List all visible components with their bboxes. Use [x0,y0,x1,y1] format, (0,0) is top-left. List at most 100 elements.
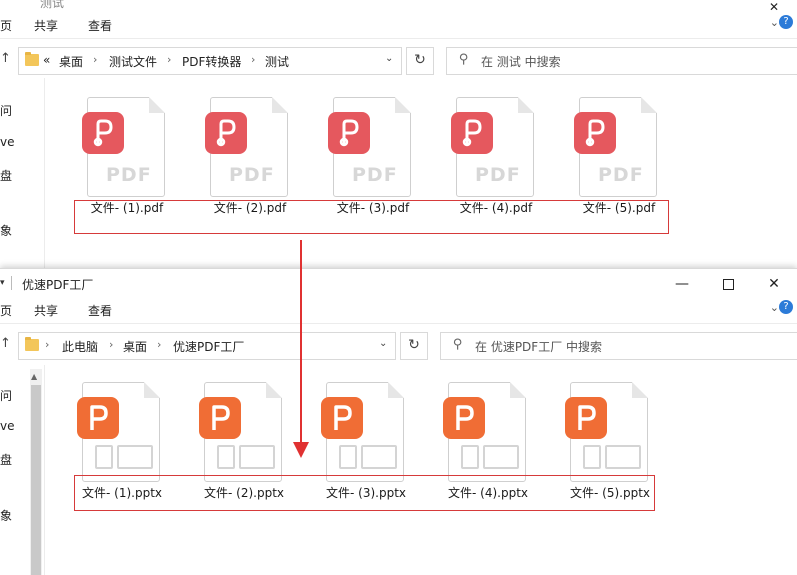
breadcrumb-separator-icon[interactable]: › [45,338,49,351]
divider [11,276,12,290]
pdf-file-icon: PDF [574,97,657,197]
pdf-icon [574,112,616,154]
pptx-icon [565,397,607,439]
chevron-down-icon[interactable]: ⌄ [770,301,779,314]
pptx-icon [77,397,119,439]
close-button[interactable]: ✕ [751,269,797,299]
address-row: ↑ › 此电脑 › 桌面 › 优速PDF工厂 ⌄ ↻ ⚲ 在 优速PDF工厂 中… [0,328,797,362]
breadcrumb-separator-icon[interactable]: › [167,53,171,66]
arrow-down-icon [293,442,309,458]
pdf-file-icon: PDF [451,97,534,197]
explorer-window-test: 测试 ✕ 页 共享 查看 ⌄ ? ↑ « 桌面 › 测试文件 › PDF转换器 … [0,0,797,268]
pdf-icon [328,112,370,154]
chevron-down-icon[interactable]: ⌄ [379,338,387,349]
pdf-icon [205,112,247,154]
tab-view[interactable]: 查看 [88,17,112,34]
breadcrumb-separator-icon[interactable]: › [251,53,255,66]
pptx-file-icon [77,382,160,482]
slides-thumbnail [461,445,521,469]
highlight-box [74,200,669,234]
tab-view[interactable]: 查看 [88,302,112,319]
scrollbar-thumb[interactable] [31,385,41,575]
breadcrumb-test-files[interactable]: 测试文件 [109,53,157,70]
refresh-button[interactable]: ↻ [406,47,434,75]
ribbon-tabs: 页 共享 查看 ⌄ ? [0,299,797,324]
navigation-pane: 问 ve 盘 象 [0,78,45,268]
slides-thumbnail [95,445,155,469]
folder-icon [25,52,39,66]
slides-thumbnail [583,445,643,469]
explorer-window-converter: ▾ 优速PDF工厂 — ✕ 页 共享 查看 ⌄ ? ↑ › 此电脑 › 桌面 ›… [0,268,797,575]
search-input[interactable]: ⚲ 在 优速PDF工厂 中搜索 [440,332,797,360]
maximize-button[interactable] [705,269,751,299]
pdf-file-icon: PDF [328,97,411,197]
search-placeholder: 在 测试 中搜索 [481,55,561,69]
conversion-arrow [300,240,302,446]
breadcrumb-desktop[interactable]: 桌面 [59,53,83,70]
search-icon: ⚲ [459,52,469,67]
pdf-icon [82,112,124,154]
breadcrumb-test[interactable]: 测试 [265,53,289,70]
quick-access-dropdown-icon[interactable]: ▾ [0,278,5,288]
nav-item[interactable]: 盘 [0,167,12,184]
tab-file[interactable]: 页 [0,17,12,34]
window-title: 优速PDF工厂 [22,278,94,292]
pptx-file-icon [443,382,526,482]
pptx-icon [199,397,241,439]
ribbon-tabs: 页 共享 查看 ⌄ ? [0,14,797,39]
up-arrow-icon[interactable]: ↑ [0,51,11,66]
window-title: 测试 [40,0,65,10]
nav-item[interactable]: ve [0,419,14,433]
breadcrumb-converter[interactable]: 优速PDF工厂 [173,338,244,355]
nav-item[interactable]: 盘 [0,451,12,468]
minimize-button[interactable]: — [659,269,705,299]
address-bar[interactable]: › 此电脑 › 桌面 › 优速PDF工厂 ⌄ [18,332,396,360]
address-bar[interactable]: « 桌面 › 测试文件 › PDF转换器 › 测试 ⌄ [18,47,402,75]
pdf-file-icon: PDF [82,97,165,197]
highlight-box [74,475,655,511]
chevron-down-icon[interactable]: ⌄ [770,16,779,29]
pdf-icon [451,112,493,154]
nav-item[interactable]: 问 [0,102,12,119]
tab-share[interactable]: 共享 [34,302,58,319]
title-bar: ▾ 优速PDF工厂 — ✕ [0,269,797,299]
scroll-up-icon[interactable]: ▲ [31,372,37,381]
nav-item[interactable]: 象 [0,222,12,239]
pptx-icon [321,397,363,439]
chevron-down-icon[interactable]: ⌄ [385,53,393,64]
nav-item[interactable]: 问 [0,387,12,404]
pptx-file-icon [199,382,282,482]
nav-item[interactable]: 象 [0,507,12,524]
breadcrumb-separator-icon[interactable]: › [157,338,161,351]
breadcrumb-pdf-converter[interactable]: PDF转换器 [182,53,241,70]
slides-thumbnail [339,445,399,469]
breadcrumb-overflow[interactable]: « [43,53,50,67]
pdf-watermark: PDF [229,164,275,186]
breadcrumb-this-pc[interactable]: 此电脑 [62,338,98,355]
search-placeholder: 在 优速PDF工厂 中搜索 [475,340,603,354]
tab-share[interactable]: 共享 [34,17,58,34]
nav-item[interactable]: ve [0,135,14,149]
tab-file[interactable]: 页 [0,302,12,319]
close-button[interactable]: ✕ [751,0,797,14]
pptx-file-icon [565,382,648,482]
refresh-button[interactable]: ↻ [400,332,428,360]
up-arrow-icon[interactable]: ↑ [0,336,11,351]
breadcrumb-desktop[interactable]: 桌面 [123,338,147,355]
pdf-file-icon: PDF [205,97,288,197]
search-input[interactable]: ⚲ 在 测试 中搜索 [446,47,797,75]
help-icon[interactable]: ? [779,300,793,314]
pdf-watermark: PDF [475,164,521,186]
pptx-file-icon [321,382,404,482]
address-row: ↑ « 桌面 › 测试文件 › PDF转换器 › 测试 ⌄ ↻ ⚲ 在 测试 中… [0,43,797,77]
folder-icon [25,337,39,351]
pptx-icon [443,397,485,439]
search-icon: ⚲ [453,337,463,352]
pdf-watermark: PDF [598,164,644,186]
breadcrumb-separator-icon[interactable]: › [109,338,113,351]
help-icon[interactable]: ? [779,15,793,29]
breadcrumb-separator-icon[interactable]: › [93,53,97,66]
slides-thumbnail [217,445,277,469]
pdf-watermark: PDF [352,164,398,186]
title-bar: 测试 ✕ [0,0,797,14]
